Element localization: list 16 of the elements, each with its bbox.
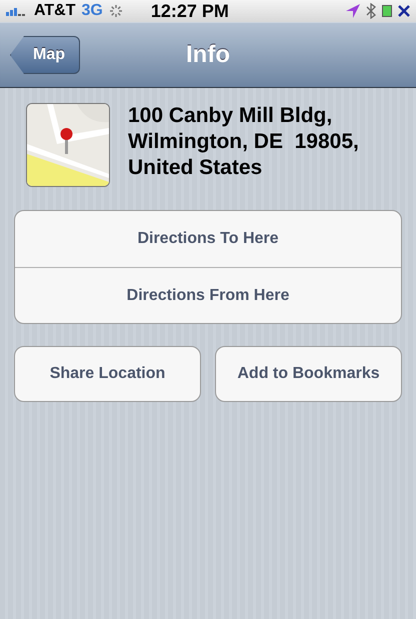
location-arrow-icon	[346, 4, 360, 18]
action-button[interactable]: Add to Bookmarks	[215, 346, 402, 402]
signal-icon	[6, 6, 28, 16]
nav-title: Info	[186, 41, 230, 69]
bluetooth-icon	[366, 3, 376, 19]
activity-spinner-icon	[108, 4, 123, 18]
close-icon[interactable]	[398, 5, 410, 17]
carrier-name: AT&T	[34, 2, 76, 20]
clock-time: 12:27 PM	[150, 0, 229, 22]
network-type: 3G	[81, 2, 103, 20]
battery-icon	[382, 5, 392, 17]
directions-button[interactable]: Directions To Here	[15, 211, 401, 267]
address-text: 100 Canby Mill Bldg, Wilmington, DE 19805, United States	[128, 103, 359, 181]
back-button[interactable]: Map	[10, 36, 80, 74]
directions-button[interactable]: Directions From Here	[15, 267, 401, 323]
action-button[interactable]: Share Location	[14, 346, 201, 402]
